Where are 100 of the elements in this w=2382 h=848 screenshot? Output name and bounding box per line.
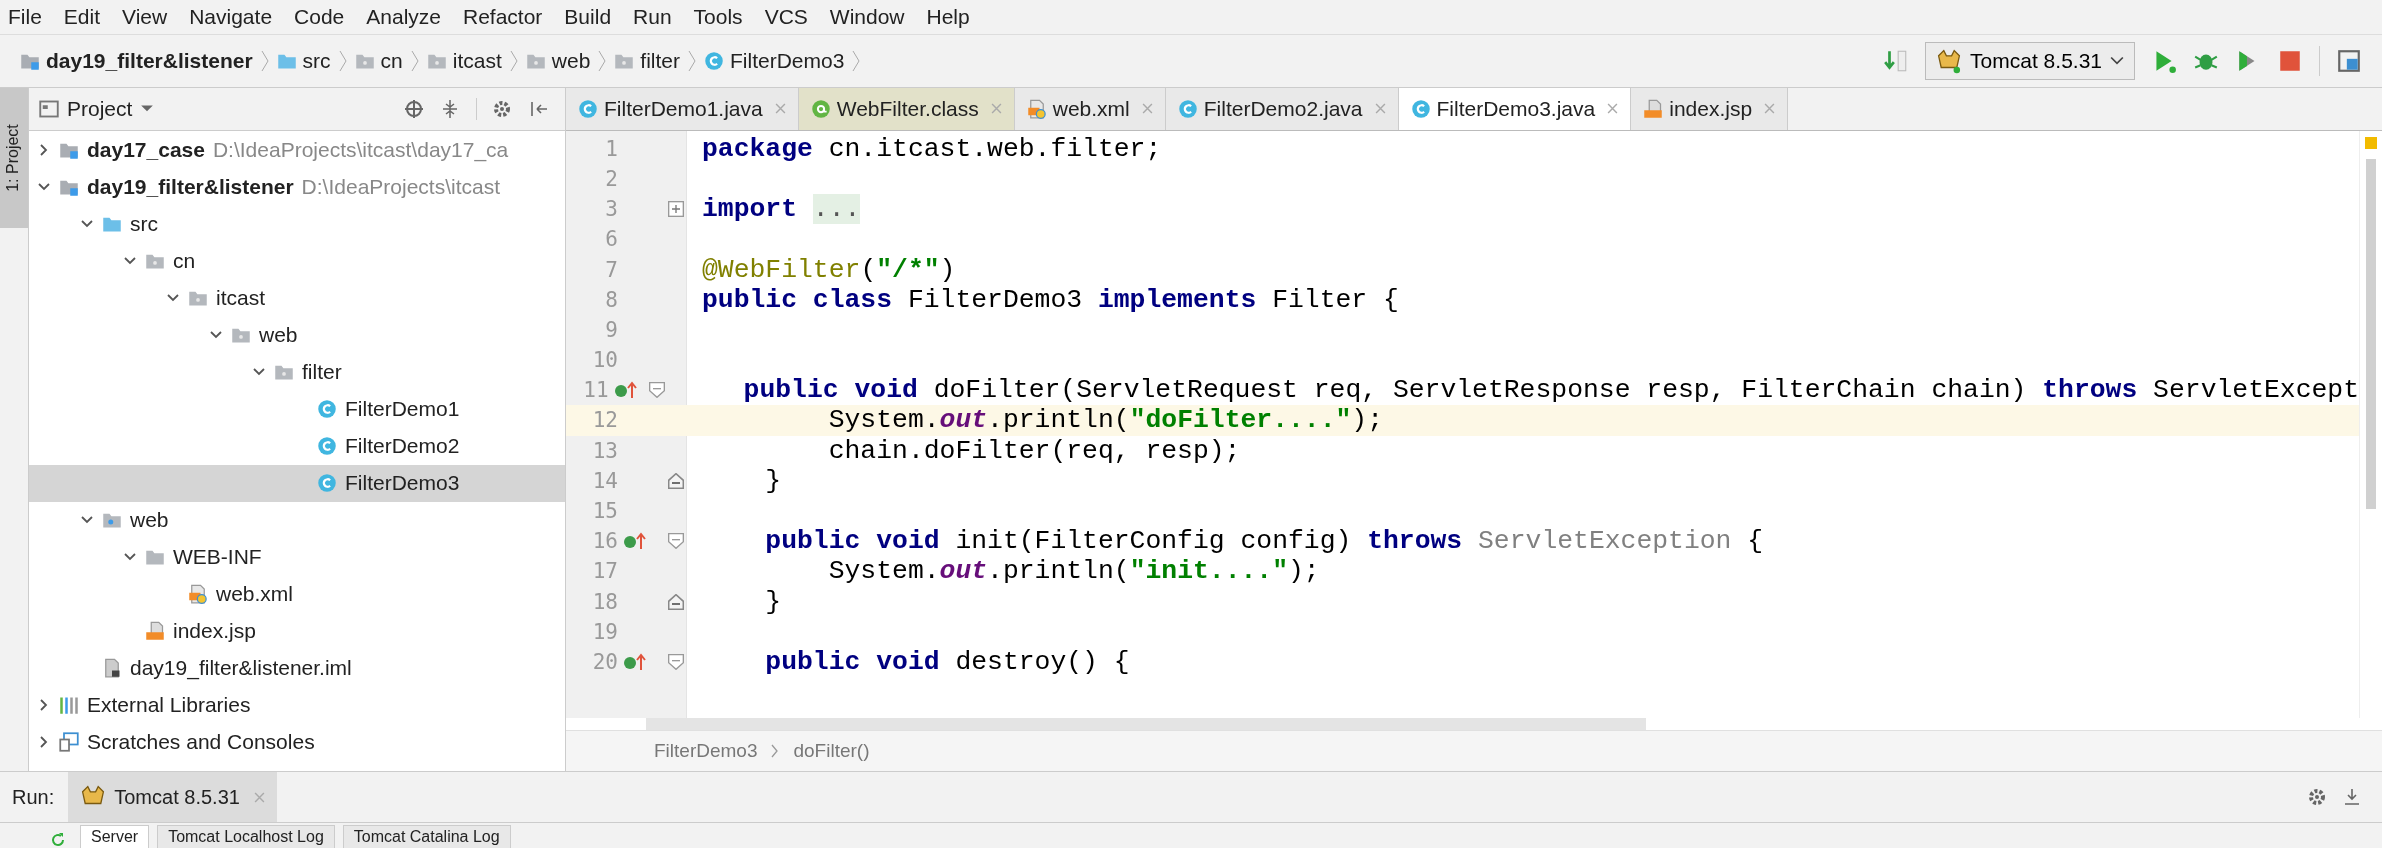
editor-tab[interactable]: FilterDemo2.java [1165, 87, 1399, 130]
menu-item[interactable]: Analyze [366, 4, 441, 29]
code-line: chain.doFilter(req, resp); [827, 435, 1241, 466]
tree-item[interactable]: cn [29, 242, 565, 280]
menu-item[interactable]: View [122, 4, 168, 29]
menu-item[interactable]: Code [294, 4, 345, 29]
chevron-icon [410, 48, 419, 73]
tree-item[interactable]: day19_filter&listener D:\IdeaProjects\itcast [29, 168, 565, 206]
line-number: 1 [604, 136, 619, 161]
project-structure-icon[interactable] [2336, 47, 2362, 74]
project-tool-tab[interactable]: 1: Project [0, 87, 28, 228]
tree-item[interactable]: FilterDemo3 [29, 464, 565, 502]
breadcrumb-item[interactable]: cn [354, 48, 403, 73]
fold-icon[interactable] [668, 533, 684, 550]
tree-item[interactable]: FilterDemo2 [29, 427, 565, 465]
code-line: package cn.itcast.web.filter; [702, 133, 1162, 164]
breadcrumb-item[interactable]: FilterDemo3 [704, 48, 845, 73]
close-icon[interactable] [1764, 103, 1776, 115]
editor-tab[interactable]: FilterDemo3.java [1398, 87, 1632, 130]
menu-item[interactable]: Navigate [189, 4, 273, 29]
line-number: 17 [591, 559, 619, 584]
fold-end-icon[interactable] [668, 472, 684, 489]
warning-marker[interactable] [2365, 136, 2377, 149]
chevron-icon [852, 48, 861, 73]
tree-item[interactable]: WEB-INF [29, 538, 565, 576]
tree-item[interactable]: web [29, 501, 565, 539]
tree-item[interactable]: web [29, 316, 565, 354]
tree-item[interactable]: web.xml [29, 575, 565, 613]
tree-item[interactable]: index.jsp [29, 612, 565, 650]
class-icon [1177, 98, 1198, 119]
rerun-icon[interactable] [50, 832, 66, 848]
chevron-icon [688, 48, 697, 73]
tree-item[interactable]: day17_case D:\IdeaProjects\itcast\day17_ca [29, 131, 565, 169]
breadcrumb-item[interactable]: itcast [426, 48, 502, 73]
tree-item[interactable]: Scratches and Consoles [29, 723, 565, 761]
menu-item[interactable]: Window [829, 4, 905, 29]
run-label: Run: [12, 785, 55, 809]
line-number: 13 [591, 438, 619, 463]
tree-item[interactable]: filter [29, 353, 565, 391]
caret-icon [140, 103, 155, 114]
horizontal-scrollbar-thumb[interactable] [646, 718, 1646, 731]
log-tab[interactable]: Tomcat Catalina Log [342, 825, 511, 848]
menu-item[interactable]: File [8, 4, 42, 29]
fold-expand-icon[interactable] [668, 201, 684, 218]
breadcrumb-item[interactable]: filter [614, 48, 681, 73]
breadcrumb-item[interactable]: day19_filter&listener [20, 48, 253, 73]
settings-icon[interactable] [2308, 787, 2328, 808]
tree-item[interactable]: itcast [29, 279, 565, 317]
editor-tab[interactable]: WebFilter.class [798, 87, 1015, 130]
code-line: public void init(FilterConfig config) throws ServletException { [764, 526, 1764, 557]
close-icon[interactable] [1607, 103, 1619, 115]
fold-icon[interactable] [668, 653, 684, 670]
breadcrumb-item[interactable]: web [525, 48, 591, 73]
menu-item[interactable]: Edit [63, 4, 101, 29]
tree-item[interactable]: day19_filter&listener.iml [29, 649, 565, 687]
scrollbar-thumb[interactable] [2366, 158, 2376, 509]
close-icon[interactable] [1141, 103, 1153, 115]
jsp-file-icon [145, 621, 165, 642]
class-icon [317, 436, 337, 457]
project-icon [39, 98, 59, 119]
run-configuration-dropdown[interactable]: Tomcat 8.5.31 [1925, 41, 2135, 80]
menu-item[interactable]: Help [926, 4, 970, 29]
collapse-icon[interactable] [440, 98, 460, 119]
close-icon[interactable] [1374, 103, 1386, 115]
tree-item[interactable]: FilterDemo1 [29, 390, 565, 428]
line-number: 19 [591, 619, 619, 644]
fold-end-icon[interactable] [668, 593, 684, 610]
tree-item[interactable]: src [29, 205, 565, 243]
run-tab[interactable]: Tomcat 8.5.31 [68, 772, 277, 823]
line-number: 16 [591, 529, 619, 554]
fold-icon[interactable] [648, 382, 665, 399]
breadcrumb-item[interactable]: src [276, 48, 331, 73]
menu-item[interactable]: Build [564, 4, 612, 29]
jsp-file-icon [1643, 98, 1664, 119]
breadcrumb-item[interactable]: FilterDemo3 [654, 740, 758, 763]
code-line: @WebFilter("/*") [702, 254, 956, 285]
caret-icon [2110, 55, 2124, 66]
breadcrumb-item[interactable]: doFilter() [793, 740, 870, 763]
log-tab[interactable]: Server [80, 825, 150, 848]
editor-tab[interactable]: web.xml [1014, 87, 1166, 130]
project-view-dropdown[interactable]: Project [39, 96, 155, 121]
minimize-icon[interactable] [2342, 787, 2362, 808]
editor-tab[interactable]: FilterDemo1.java [566, 87, 799, 130]
close-icon[interactable] [990, 103, 1002, 115]
line-number: 11 [582, 378, 610, 403]
log-tab[interactable]: Tomcat Localhost Log [157, 825, 335, 848]
menu-item[interactable]: Refactor [463, 4, 543, 29]
class-icon [317, 473, 337, 494]
close-icon[interactable] [774, 103, 786, 115]
line-number: 15 [591, 499, 619, 524]
locate-icon[interactable] [404, 98, 424, 119]
tree-item[interactable]: External Libraries [29, 686, 565, 724]
line-number: 6 [604, 227, 619, 252]
code-line: import ... [702, 194, 861, 225]
line-number: 12 [591, 408, 619, 433]
settings-icon[interactable] [493, 98, 513, 119]
menu-item[interactable]: Run [633, 4, 672, 29]
menu-item[interactable]: Tools [693, 4, 743, 29]
menu-item[interactable]: VCS [764, 4, 808, 29]
editor-tab[interactable]: index.jsp [1631, 87, 1789, 130]
